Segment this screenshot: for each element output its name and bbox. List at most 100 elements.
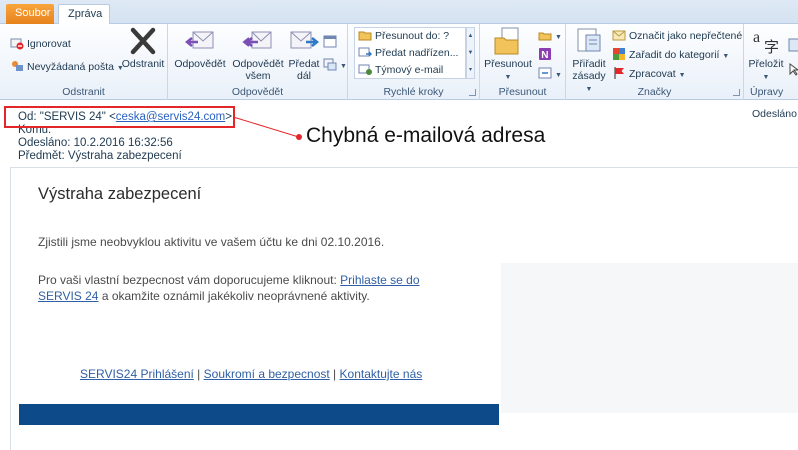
chevron-down-icon: ▼ [555, 34, 562, 41]
tags-group: Přiřadit zásady ▼ Označit jako nepřečten… [566, 24, 744, 100]
move-button[interactable]: Přesunout ▼ [484, 26, 532, 84]
tags-launcher-icon[interactable] [733, 89, 740, 96]
annotation-bullet [296, 134, 302, 140]
categories-icon [612, 47, 626, 61]
chevron-down-icon: ▼ [678, 72, 686, 79]
onenote-icon: N [538, 47, 552, 61]
footer-separator: | [329, 367, 340, 381]
email-paragraph-2-end: a okamžite oznámil jakékoliv neoprávnené… [98, 289, 370, 303]
junk-button[interactable]: Nevyžádaná pošta ▼ [10, 59, 124, 76]
reply-label: Odpovědět [174, 58, 226, 70]
tab-file[interactable]: Soubor [6, 4, 54, 24]
mark-unread-button[interactable]: Označit jako nepřečtené [612, 28, 742, 45]
more-respond-button[interactable]: ▼ [323, 57, 347, 74]
subject-value: Výstraha zabezpecení [67, 150, 182, 162]
editing-group-label: Úpravy [750, 86, 784, 98]
email-paragraph-1: Zjistili jsme neobvyklou aktivitu ve vaš… [38, 235, 385, 249]
quick-step-team-label: Týmový e-mail [375, 64, 444, 76]
move-group: Přesunout ▼ ▼ N ▼ Přesunout [480, 24, 566, 100]
junk-mail-icon [10, 59, 24, 73]
flag-icon [612, 66, 626, 80]
onenote-button[interactable]: N [538, 47, 555, 64]
chevron-down-icon: ▼ [722, 53, 730, 60]
chevron-down-icon: ▼ [340, 63, 347, 70]
follow-up-button[interactable]: Zpracovat ▼ [612, 66, 686, 83]
quick-steps-launcher-icon[interactable] [469, 89, 476, 96]
junk-label: Nevyžádaná pošta [27, 61, 114, 73]
delete-x-icon [127, 26, 159, 56]
find-icon [788, 38, 798, 52]
ribbon-tabs: Soubor Zpráva [0, 0, 798, 25]
quick-steps-group: Přesunout do: ? Předat nadřízen... Týmov… [348, 24, 480, 100]
reply-all-button[interactable]: Odpovědět všem [230, 26, 286, 82]
meeting-button[interactable] [323, 34, 340, 51]
forward-mail-icon [358, 45, 372, 59]
reply-icon [184, 26, 216, 56]
forward-label-2: dál [296, 70, 311, 82]
quick-steps-label: Rychlé kroky [383, 86, 444, 98]
move-icon [492, 26, 524, 56]
quick-step-move-label: Přesunout do: ? [375, 30, 450, 42]
tab-message[interactable]: Zpráva [58, 4, 110, 25]
reply-all-label-2: všem [245, 70, 271, 82]
editing-group: a字 Přeložit ▼ Úpravy [744, 24, 798, 100]
ribbon: Ignorovat Nevyžádaná pošta ▼ Odstranit O… [0, 24, 798, 100]
sent-right-label: Odesláno: [752, 108, 798, 120]
follow-up-label: Zpracovat [629, 68, 676, 80]
ignore-icon [10, 36, 24, 50]
mark-unread-label: Označit jako nepřečtené [629, 30, 743, 42]
quick-step-team[interactable]: Týmový e-mail [358, 62, 443, 79]
reply-button[interactable]: Odpovědět [172, 26, 228, 70]
ignore-button[interactable]: Ignorovat [10, 36, 71, 53]
footer-link-login[interactable]: SERVIS24 Prihlášení [80, 367, 194, 381]
translate-button[interactable]: a字 Přeložit ▼ [746, 26, 786, 84]
chevron-down-icon: ▼ [762, 74, 770, 81]
ignore-label: Ignorovat [27, 38, 71, 50]
delete-label: Odstranit [121, 58, 165, 70]
email-content: Výstraha zabezpecení Zjistili jsme neobv… [15, 168, 501, 450]
reply-all-icon [242, 26, 274, 56]
team-mail-icon [358, 62, 372, 76]
select-button[interactable] [788, 62, 798, 79]
rules-icon [538, 28, 552, 42]
categorize-button[interactable]: Zařadit do kategorií ▼ [612, 47, 729, 64]
move-group-label: Přesunout [498, 86, 547, 98]
svg-text:字: 字 [764, 38, 779, 56]
respond-group-label: Odpovědět [231, 86, 284, 98]
forward-label-1: Předat [288, 58, 320, 70]
forward-button[interactable]: Předat dál [286, 26, 322, 82]
chevron-down-icon: ▼ [555, 72, 562, 79]
delete-button[interactable]: Odstranit [120, 26, 166, 70]
email-footer: SERVIS24 Prihlášení | Soukromí a bezpecn… [80, 367, 422, 381]
email-title: Výstraha zabezpecení [38, 185, 202, 203]
rules-assign-icon [573, 26, 605, 56]
move-folder-icon [358, 28, 372, 42]
message-body: Výstraha zabezpecení Zjistili jsme neobv… [10, 167, 798, 450]
rules-label-2: zásady [572, 70, 606, 82]
email-paragraph-2: Pro vaši vlastní bezpecnost vám doporucu… [38, 272, 458, 304]
annotation-highlight-box [4, 106, 235, 128]
actions-icon [538, 66, 552, 80]
quick-step-move[interactable]: Přesunout do: ? [358, 28, 449, 45]
quick-steps-scroll[interactable]: ▲ ▼ ▾ [466, 27, 475, 79]
respond-group: Odpovědět Odpovědět všem Předat dál ▼ Od… [168, 24, 348, 100]
actions-button[interactable]: ▼ [538, 66, 562, 83]
outlook-message-window: Soubor Zpráva Ignorovat Nevyžádaná pošta… [0, 0, 798, 450]
find-button[interactable] [788, 38, 798, 55]
reply-all-label-1: Odpovědět [232, 58, 284, 70]
rules-small-button[interactable]: ▼ [538, 28, 562, 45]
svg-text:a: a [753, 29, 760, 46]
translate-icon: a字 [750, 26, 782, 56]
body-background-shade [501, 263, 798, 413]
footer-link-contact[interactable]: Kontaktujte nás [340, 367, 423, 381]
svg-text:N: N [541, 50, 548, 61]
footer-link-privacy[interactable]: Soukromí a bezpecnost [204, 367, 330, 381]
delete-group-label: Odstranit [62, 86, 105, 98]
forward-icon [288, 26, 320, 56]
footer-separator: | [193, 367, 204, 381]
email-paragraph-2-start: Pro vaši vlastní bezpecnost vám doporucu… [38, 273, 341, 287]
rules-label-1: Přiřadit [572, 58, 606, 70]
delete-group: Ignorovat Nevyžádaná pošta ▼ Odstranit O… [0, 24, 168, 100]
annotation-callout: Chybná e-mailová adresa [306, 124, 546, 147]
quick-step-forward[interactable]: Předat nadřízen... [358, 45, 458, 62]
